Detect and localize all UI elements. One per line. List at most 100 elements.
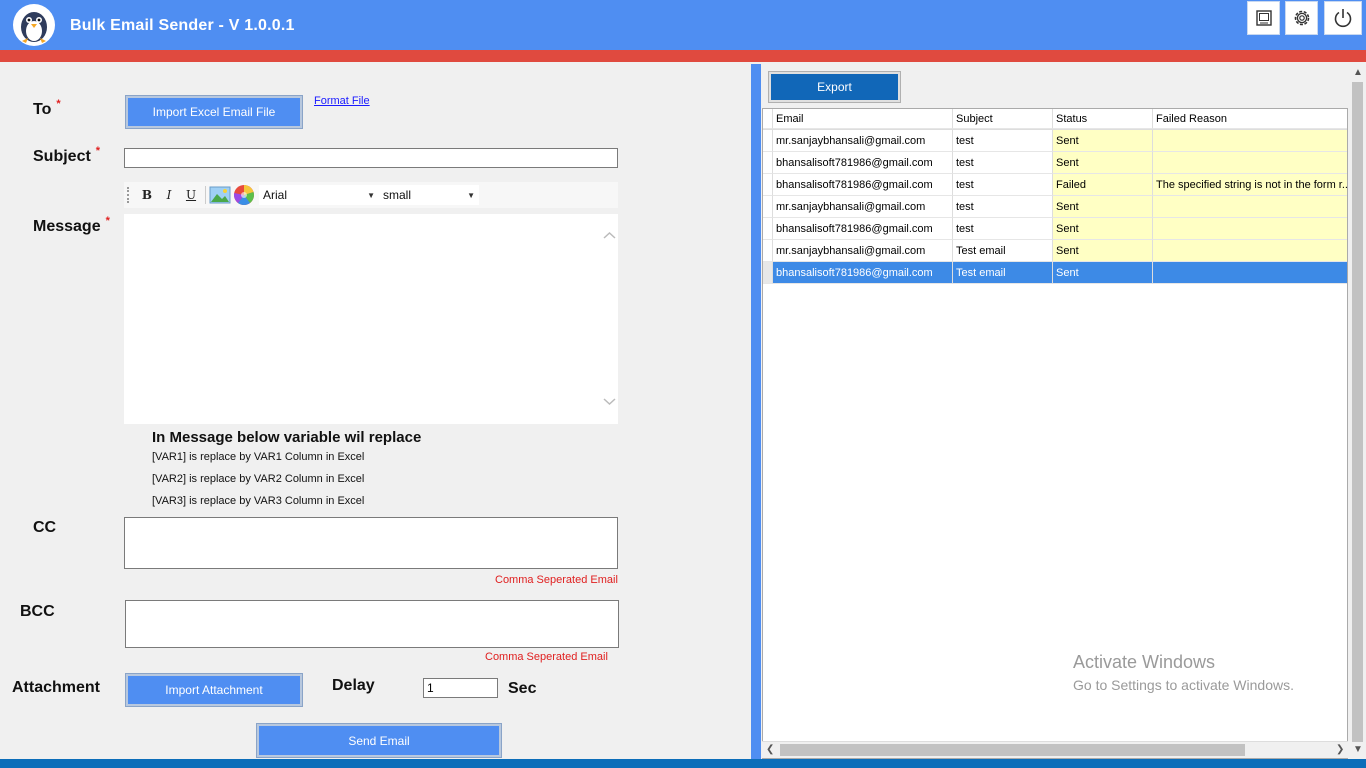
row-selector[interactable] xyxy=(763,196,773,218)
format-file-link[interactable]: Format File xyxy=(314,95,370,107)
row-selector[interactable] xyxy=(763,174,773,196)
status-cell[interactable]: Sent xyxy=(1053,196,1153,218)
row-selector[interactable] xyxy=(763,218,773,240)
reason-cell[interactable] xyxy=(1153,240,1347,262)
table-row[interactable]: bhansalisoft781986@gmail.com test Sent xyxy=(763,152,1347,174)
cc-hint: Comma Seperated Email xyxy=(495,574,618,586)
chevron-right-icon[interactable]: ❯ xyxy=(1336,744,1344,755)
email-cell[interactable]: bhansalisoft781986@gmail.com xyxy=(773,152,953,174)
settings-button[interactable] xyxy=(1285,1,1318,35)
subject-input[interactable] xyxy=(124,148,618,168)
row-selector-header xyxy=(763,109,773,129)
window-vertical-scrollbar[interactable]: ▲ ▼ xyxy=(1349,64,1366,759)
status-strip xyxy=(0,759,1366,768)
send-email-button[interactable]: Send Email xyxy=(256,723,502,758)
subject-cell[interactable]: test xyxy=(953,152,1053,174)
import-attachment-button[interactable]: Import Attachment xyxy=(125,673,303,707)
horizontal-scroll-thumb[interactable] xyxy=(780,744,1245,756)
message-scrollbar[interactable] xyxy=(601,214,618,424)
row-selector[interactable] xyxy=(763,262,773,284)
column-header[interactable]: Subject xyxy=(953,109,1053,129)
variable-line: [VAR3] is replace by VAR3 Column in Exce… xyxy=(152,495,365,507)
color-picker-icon[interactable] xyxy=(233,184,255,206)
import-excel-button[interactable]: Import Excel Email File xyxy=(125,95,303,129)
email-cell[interactable]: mr.sanjaybhansali@gmail.com xyxy=(773,196,953,218)
status-cell[interactable]: Sent xyxy=(1053,130,1153,152)
chevron-up-icon[interactable]: ▲ xyxy=(1353,67,1363,78)
italic-button[interactable]: I xyxy=(158,188,180,202)
email-cell[interactable]: bhansalisoft781986@gmail.com xyxy=(773,262,953,284)
status-cell[interactable]: Sent xyxy=(1053,240,1153,262)
panel-divider[interactable] xyxy=(751,64,761,759)
font-family-select[interactable]: Arial ▼ xyxy=(259,185,379,205)
export-panel: Export xyxy=(768,71,901,103)
grid-horizontal-scrollbar[interactable]: ❮ ❯ xyxy=(762,741,1348,758)
status-cell[interactable]: Sent xyxy=(1053,152,1153,174)
row-selector[interactable] xyxy=(763,152,773,174)
status-cell[interactable]: Failed xyxy=(1053,174,1153,196)
editor-toolbar: B I U Arial ▼ small ▼ xyxy=(124,182,618,208)
reason-cell[interactable] xyxy=(1153,218,1347,240)
sec-label: Sec xyxy=(508,680,537,697)
required-mark: * xyxy=(105,215,110,227)
subject-label-text: Subject xyxy=(33,148,91,165)
delay-label: Delay xyxy=(332,677,375,694)
subject-cell[interactable]: test xyxy=(953,218,1053,240)
bold-button[interactable]: B xyxy=(136,188,158,202)
column-header[interactable]: Status xyxy=(1053,109,1153,129)
email-cell[interactable]: mr.sanjaybhansali@gmail.com xyxy=(773,240,953,262)
subject-cell[interactable]: test xyxy=(953,174,1053,196)
font-size-select[interactable]: small ▼ xyxy=(379,185,479,205)
results-grid[interactable]: Email Subject Status Failed Reason mr.sa… xyxy=(762,108,1348,759)
subject-cell[interactable]: Test email xyxy=(953,262,1053,284)
variable-line: [VAR1] is replace by VAR1 Column in Exce… xyxy=(152,451,365,463)
chevron-down-icon[interactable] xyxy=(601,395,618,409)
email-cell[interactable]: mr.sanjaybhansali@gmail.com xyxy=(773,130,953,152)
chevron-up-icon[interactable] xyxy=(601,228,618,242)
table-row[interactable]: mr.sanjaybhansali@gmail.com Test email S… xyxy=(763,240,1347,262)
email-cell[interactable]: bhansalisoft781986@gmail.com xyxy=(773,174,953,196)
required-mark: * xyxy=(56,98,61,110)
status-cell[interactable]: Sent xyxy=(1053,218,1153,240)
subject-cell[interactable]: Test email xyxy=(953,240,1053,262)
variables-title: In Message below variable wil replace xyxy=(152,429,422,446)
table-row[interactable]: bhansalisoft781986@gmail.com test Sent xyxy=(763,218,1347,240)
table-row-selected[interactable]: bhansalisoft781986@gmail.com Test email … xyxy=(763,262,1347,284)
message-editor[interactable] xyxy=(124,214,618,424)
reason-cell[interactable] xyxy=(1153,196,1347,218)
column-header[interactable]: Email xyxy=(773,109,953,129)
to-label-text: To xyxy=(33,101,52,118)
table-row[interactable]: mr.sanjaybhansali@gmail.com test Sent xyxy=(763,130,1347,152)
cc-label: CC xyxy=(33,519,57,536)
table-row[interactable]: bhansalisoft781986@gmail.com test Failed… xyxy=(763,174,1347,196)
grid-header: Email Subject Status Failed Reason xyxy=(763,109,1347,130)
bcc-hint: Comma Seperated Email xyxy=(485,651,608,663)
reason-cell[interactable] xyxy=(1153,152,1347,174)
insert-image-icon[interactable] xyxy=(209,185,231,205)
row-selector[interactable] xyxy=(763,130,773,152)
activate-windows-subtitle: Go to Settings to activate Windows. xyxy=(1073,677,1294,693)
table-row[interactable]: mr.sanjaybhansali@gmail.com test Sent xyxy=(763,196,1347,218)
chevron-left-icon[interactable]: ❮ xyxy=(766,744,774,755)
export-button[interactable]: Export xyxy=(771,74,898,100)
tablet-mode-button[interactable] xyxy=(1247,1,1280,35)
bcc-input[interactable] xyxy=(125,600,619,648)
status-cell[interactable]: Sent xyxy=(1053,262,1153,284)
font-size-value: small xyxy=(383,188,412,202)
activate-windows-title: Activate Windows xyxy=(1073,652,1216,672)
delay-input[interactable] xyxy=(423,678,498,698)
chevron-down-icon[interactable]: ▼ xyxy=(1353,744,1363,755)
column-header[interactable]: Failed Reason xyxy=(1153,109,1347,129)
subject-cell[interactable]: test xyxy=(953,130,1053,152)
vertical-scroll-thumb[interactable] xyxy=(1352,82,1363,742)
tablet-icon xyxy=(1255,10,1272,26)
subject-cell[interactable]: test xyxy=(953,196,1053,218)
reason-cell[interactable] xyxy=(1153,262,1347,284)
reason-cell[interactable] xyxy=(1153,130,1347,152)
reason-cell[interactable]: The specified string is not in the form … xyxy=(1153,174,1347,196)
email-cell[interactable]: bhansalisoft781986@gmail.com xyxy=(773,218,953,240)
power-button[interactable] xyxy=(1324,1,1362,35)
row-selector[interactable] xyxy=(763,240,773,262)
cc-input[interactable] xyxy=(124,517,618,569)
underline-button[interactable]: U xyxy=(180,188,202,202)
